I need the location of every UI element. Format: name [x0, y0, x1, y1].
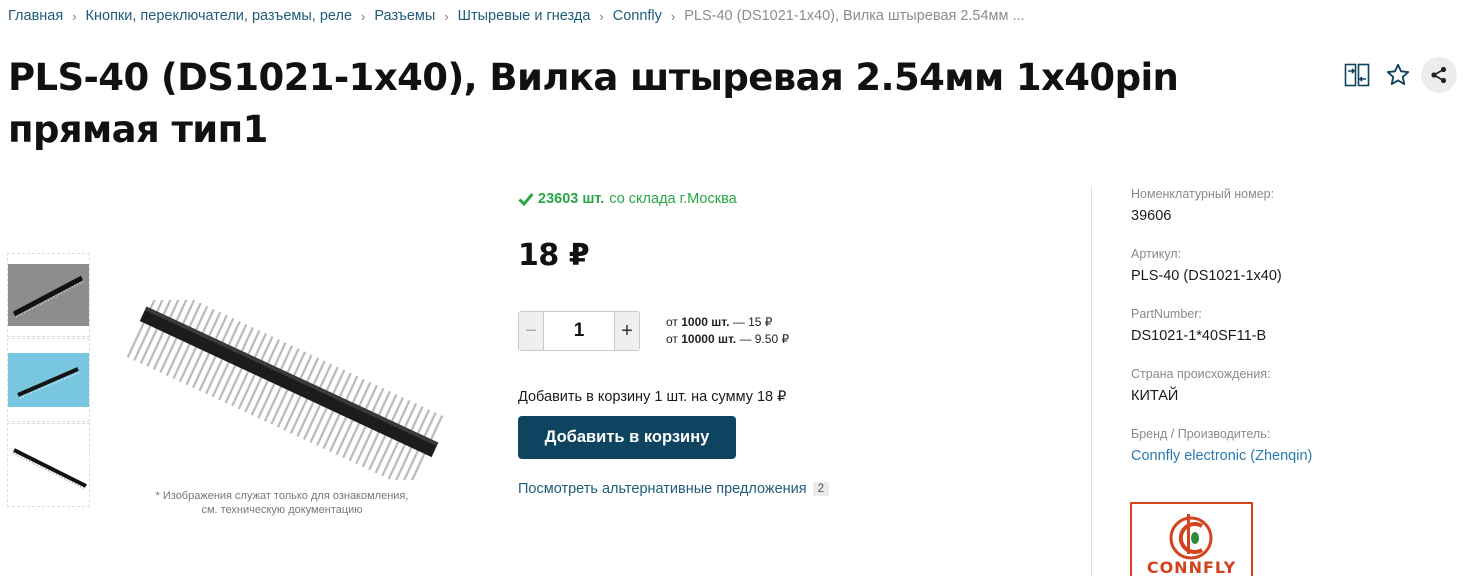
- breadcrumb-separator: ›: [670, 8, 676, 24]
- tier-price: — 15 ₽: [732, 315, 773, 329]
- breadcrumb-pin-headers[interactable]: Штыревые и гнезда: [458, 8, 591, 24]
- spec-item: Страна происхождения: КИТАЙ: [1131, 367, 1451, 405]
- share-icon: [1431, 66, 1447, 84]
- product-main-image[interactable]: [118, 300, 448, 480]
- breadcrumb-separator: ›: [361, 8, 366, 24]
- share-button[interactable]: [1421, 57, 1457, 93]
- page-title: PLS-40 (DS1021-1x40), Вилка штыревая 2.5…: [8, 56, 1179, 151]
- breadcrumb-separator: ›: [599, 8, 604, 24]
- breadcrumb-separator: ›: [72, 8, 77, 24]
- breadcrumb-current: PLS-40 (DS1021-1x40), Вилка штыревая 2.5…: [684, 8, 1025, 24]
- disclaimer-line: см. техническую документацию: [201, 504, 363, 516]
- tier-prefix: от: [666, 332, 678, 346]
- breadcrumb: Главная › Кнопки, переключатели, разъемы…: [8, 8, 1025, 24]
- product-price: 18 ₽: [518, 238, 590, 273]
- product-thumbnail-image: [8, 264, 89, 326]
- favorite-button[interactable]: [1380, 57, 1416, 93]
- spec-item: Артикул: PLS-40 (DS1021-1x40): [1131, 247, 1451, 285]
- disclaimer-line: * Изображения служат только для ознакомл…: [155, 490, 409, 502]
- spec-value: КИТАЙ: [1131, 388, 1179, 404]
- alternatives-label: Посмотреть альтернативные предложения: [518, 481, 807, 497]
- image-disclaimer: * Изображения служат только для ознакомл…: [110, 489, 454, 517]
- product-thumbnail-image: [8, 353, 89, 407]
- quantity-stepper: − +: [518, 311, 640, 351]
- price-tier: от 10000 шт. — 9.50 ₽: [666, 331, 789, 348]
- breadcrumb-brand[interactable]: Connfly: [613, 8, 662, 24]
- brand-link[interactable]: Connfly electronic (Zhenqin): [1131, 447, 1451, 465]
- product-specs: Номенклатурный номер: 39606 Артикул: PLS…: [1131, 187, 1451, 487]
- spec-item: Бренд / Производитель: Connfly electroni…: [1131, 427, 1451, 465]
- title-actions: [1334, 57, 1457, 93]
- spec-value: PLS-40 (DS1021-1x40): [1131, 268, 1282, 284]
- tier-quantity: 1000 шт.: [681, 315, 730, 329]
- breadcrumb-category[interactable]: Кнопки, переключатели, разъемы, реле: [86, 8, 352, 24]
- spec-value: 39606: [1131, 208, 1172, 224]
- thumbnail-3[interactable]: [7, 423, 90, 507]
- spec-item: PartNumber: DS1021-1*40SF11-B: [1131, 307, 1451, 345]
- spec-value: DS1021-1*40SF11-B: [1131, 328, 1267, 344]
- spec-label: PartNumber:: [1131, 307, 1202, 321]
- breadcrumb-separator: ›: [444, 8, 449, 24]
- breadcrumb-connectors[interactable]: Разъемы: [374, 8, 435, 24]
- cart-summary: Добавить в корзину 1 шт. на сумму 18 ₽: [518, 389, 787, 405]
- stock-count: 23603 шт.: [538, 191, 605, 207]
- add-to-cart-button[interactable]: Добавить в корзину: [518, 416, 736, 459]
- product-thumbnail-image: [8, 434, 89, 496]
- alternatives-count-badge: 2: [812, 482, 830, 496]
- quantity-increase-button[interactable]: +: [615, 312, 639, 350]
- tier-quantity: 10000 шт.: [681, 332, 737, 346]
- stock-location: со склада г.Москва: [609, 191, 737, 207]
- brand-logo-emblem: [1169, 514, 1213, 560]
- price-tier: от 1000 шт. — 15 ₽: [666, 314, 789, 331]
- spec-label: Артикул:: [1131, 247, 1182, 261]
- breadcrumb-home[interactable]: Главная: [8, 8, 63, 24]
- thumbnail-gallery: [7, 253, 90, 508]
- price-tiers: от 1000 шт. — 15 ₽ от 10000 шт. — 9.50 ₽: [666, 314, 789, 348]
- tier-prefix: от: [666, 315, 678, 329]
- quantity-decrease-button[interactable]: −: [519, 312, 543, 350]
- alternatives-link[interactable]: Посмотреть альтернативные предложения 2: [518, 481, 830, 497]
- spec-item: Номенклатурный номер: 39606: [1131, 187, 1451, 225]
- compare-button[interactable]: [1339, 57, 1375, 93]
- spec-label: Бренд / Производитель:: [1131, 427, 1271, 441]
- star-icon: [1386, 63, 1410, 86]
- compare-icon: [1344, 63, 1370, 87]
- check-icon: [518, 193, 534, 206]
- stock-status: 23603 шт. со склада г.Москва: [518, 191, 737, 207]
- tier-price: — 9.50 ₽: [739, 332, 790, 346]
- spec-label: Номенклатурный номер:: [1131, 187, 1275, 201]
- brand-logo[interactable]: CONNFLY: [1130, 502, 1253, 576]
- thumbnail-2[interactable]: [7, 338, 90, 422]
- column-divider: [1091, 186, 1092, 576]
- spec-label: Страна происхождения:: [1131, 367, 1271, 381]
- thumbnail-1[interactable]: [7, 253, 90, 337]
- brand-logo-text: CONNFLY: [1146, 558, 1237, 576]
- quantity-input[interactable]: [543, 312, 615, 350]
